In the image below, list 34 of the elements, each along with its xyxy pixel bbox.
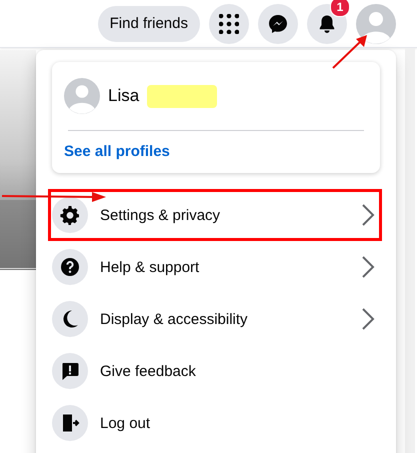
chevron-right-icon — [361, 255, 375, 279]
avatar-icon — [356, 4, 396, 44]
menu-grid-button[interactable] — [209, 4, 249, 44]
menu-item-label: Settings & privacy — [100, 206, 222, 224]
menu-item[interactable]: Log out — [48, 397, 382, 449]
menu-item[interactable]: Display & accessibility — [48, 293, 382, 345]
chevron-right-icon — [361, 307, 375, 331]
see-all-profiles-link[interactable]: See all profiles — [64, 143, 170, 160]
question-icon — [52, 249, 88, 285]
notification-badge: 1 — [330, 0, 350, 16]
redaction-highlight — [147, 84, 218, 108]
notifications-button[interactable] — [307, 4, 347, 44]
menu-item-label: Help & support — [100, 258, 200, 276]
bell-icon — [317, 14, 337, 34]
annotation-arrow — [330, 33, 370, 71]
gear-icon — [52, 197, 88, 233]
messenger-button[interactable] — [258, 4, 298, 44]
feedback-icon — [52, 353, 88, 389]
moon-icon — [52, 301, 88, 337]
menu-item[interactable]: Settings & privacy — [48, 189, 382, 241]
profile-name[interactable]: Lisa — [108, 86, 140, 106]
menu-item-label: Display & accessibility — [100, 310, 249, 328]
find-friends-button[interactable]: Find friends — [98, 6, 200, 42]
account-button[interactable] — [356, 4, 396, 44]
scrollbar[interactable] — [405, 48, 415, 453]
avatar-icon — [64, 78, 100, 114]
grid-icon — [219, 14, 239, 34]
messenger-icon — [268, 14, 288, 34]
chevron-right-icon — [361, 203, 375, 227]
menu-item-label: Give feedback — [100, 362, 197, 380]
logout-icon — [52, 405, 88, 441]
menu-item[interactable]: Give feedback — [48, 345, 382, 397]
menu-item[interactable]: Help & support — [48, 241, 382, 293]
menu-item-label: Log out — [100, 414, 152, 432]
